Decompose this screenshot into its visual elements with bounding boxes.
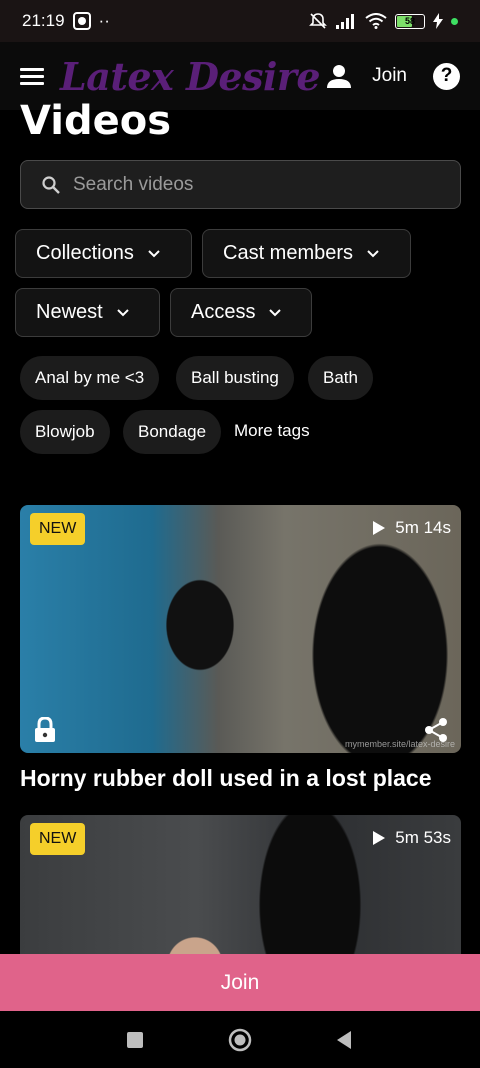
chevron-down-icon	[367, 249, 379, 257]
sort-filter-label: Newest	[36, 301, 103, 323]
tag-chip[interactable]: Bondage	[123, 410, 222, 454]
wifi-icon	[365, 13, 387, 29]
cast-members-filter-label: Cast members	[223, 242, 354, 264]
system-nav-bar	[0, 1011, 480, 1068]
hamburger-menu-icon[interactable]	[20, 62, 48, 90]
chevron-down-icon	[148, 249, 160, 257]
chevron-down-icon	[269, 308, 282, 316]
new-badge: NEW	[30, 823, 86, 855]
video-card[interactable]: NEW 5m 14s mymember.site/latex-desire Ho…	[20, 505, 461, 792]
access-filter-label: Access	[191, 301, 256, 323]
search-icon	[42, 175, 60, 194]
video-title[interactable]: Horny rubber doll used in a lost place	[20, 765, 461, 792]
cast-members-filter-button[interactable]: Cast members	[202, 229, 411, 278]
tag-chip[interactable]: Bath	[308, 356, 373, 400]
join-bar-button[interactable]: Join	[0, 954, 480, 1011]
back-icon[interactable]	[336, 1030, 352, 1050]
thumbnail-watermark: mymember.site/latex-desire	[344, 739, 455, 749]
tag-chip[interactable]: Blowjob	[20, 410, 110, 454]
video-thumbnail[interactable]: NEW 5m 53s	[20, 815, 461, 955]
signal-icon	[335, 13, 357, 29]
battery-icon: 58	[395, 13, 425, 29]
video-duration: 5m 53s	[372, 828, 451, 848]
access-filter-button[interactable]: Access	[170, 288, 312, 337]
recent-apps-icon[interactable]	[126, 1031, 144, 1049]
play-icon	[373, 831, 386, 845]
more-tags-link[interactable]: More tags	[234, 421, 310, 441]
duration-label: 5m 14s	[395, 518, 451, 537]
brand-logo[interactable]: Latex Desire	[60, 54, 321, 99]
user-icon[interactable]	[326, 63, 352, 89]
charging-icon	[433, 13, 443, 29]
page-title: Videos	[20, 98, 172, 144]
collections-filter-label: Collections	[36, 242, 134, 264]
search-input[interactable]	[73, 173, 413, 196]
chevron-down-icon	[116, 308, 129, 316]
help-icon[interactable]: ?	[433, 62, 460, 90]
tag-chip[interactable]: Anal by me <3	[20, 356, 160, 400]
new-badge: NEW	[30, 513, 86, 545]
duration-label: 5m 53s	[395, 828, 451, 847]
video-card[interactable]: NEW 5m 53s	[20, 815, 461, 955]
camera-in-use-dot	[451, 17, 458, 25]
header-join-button[interactable]: Join	[372, 65, 407, 87]
sort-filter-button[interactable]: Newest	[15, 288, 160, 337]
play-icon	[373, 521, 386, 535]
video-thumbnail[interactable]: NEW 5m 14s mymember.site/latex-desire	[20, 505, 461, 753]
tag-chip[interactable]: Ball busting	[176, 356, 294, 400]
home-icon[interactable]	[228, 1028, 252, 1052]
status-dots: ··	[98, 11, 110, 30]
status-bar: 21:19 ·· 58	[0, 0, 480, 42]
collections-filter-button[interactable]: Collections	[15, 229, 192, 278]
mute-icon	[309, 12, 327, 30]
video-duration: 5m 14s	[372, 518, 451, 538]
lock-icon	[35, 717, 55, 742]
status-time: 21:19	[22, 11, 65, 30]
search-box[interactable]	[20, 160, 461, 209]
camera-icon	[72, 12, 91, 30]
